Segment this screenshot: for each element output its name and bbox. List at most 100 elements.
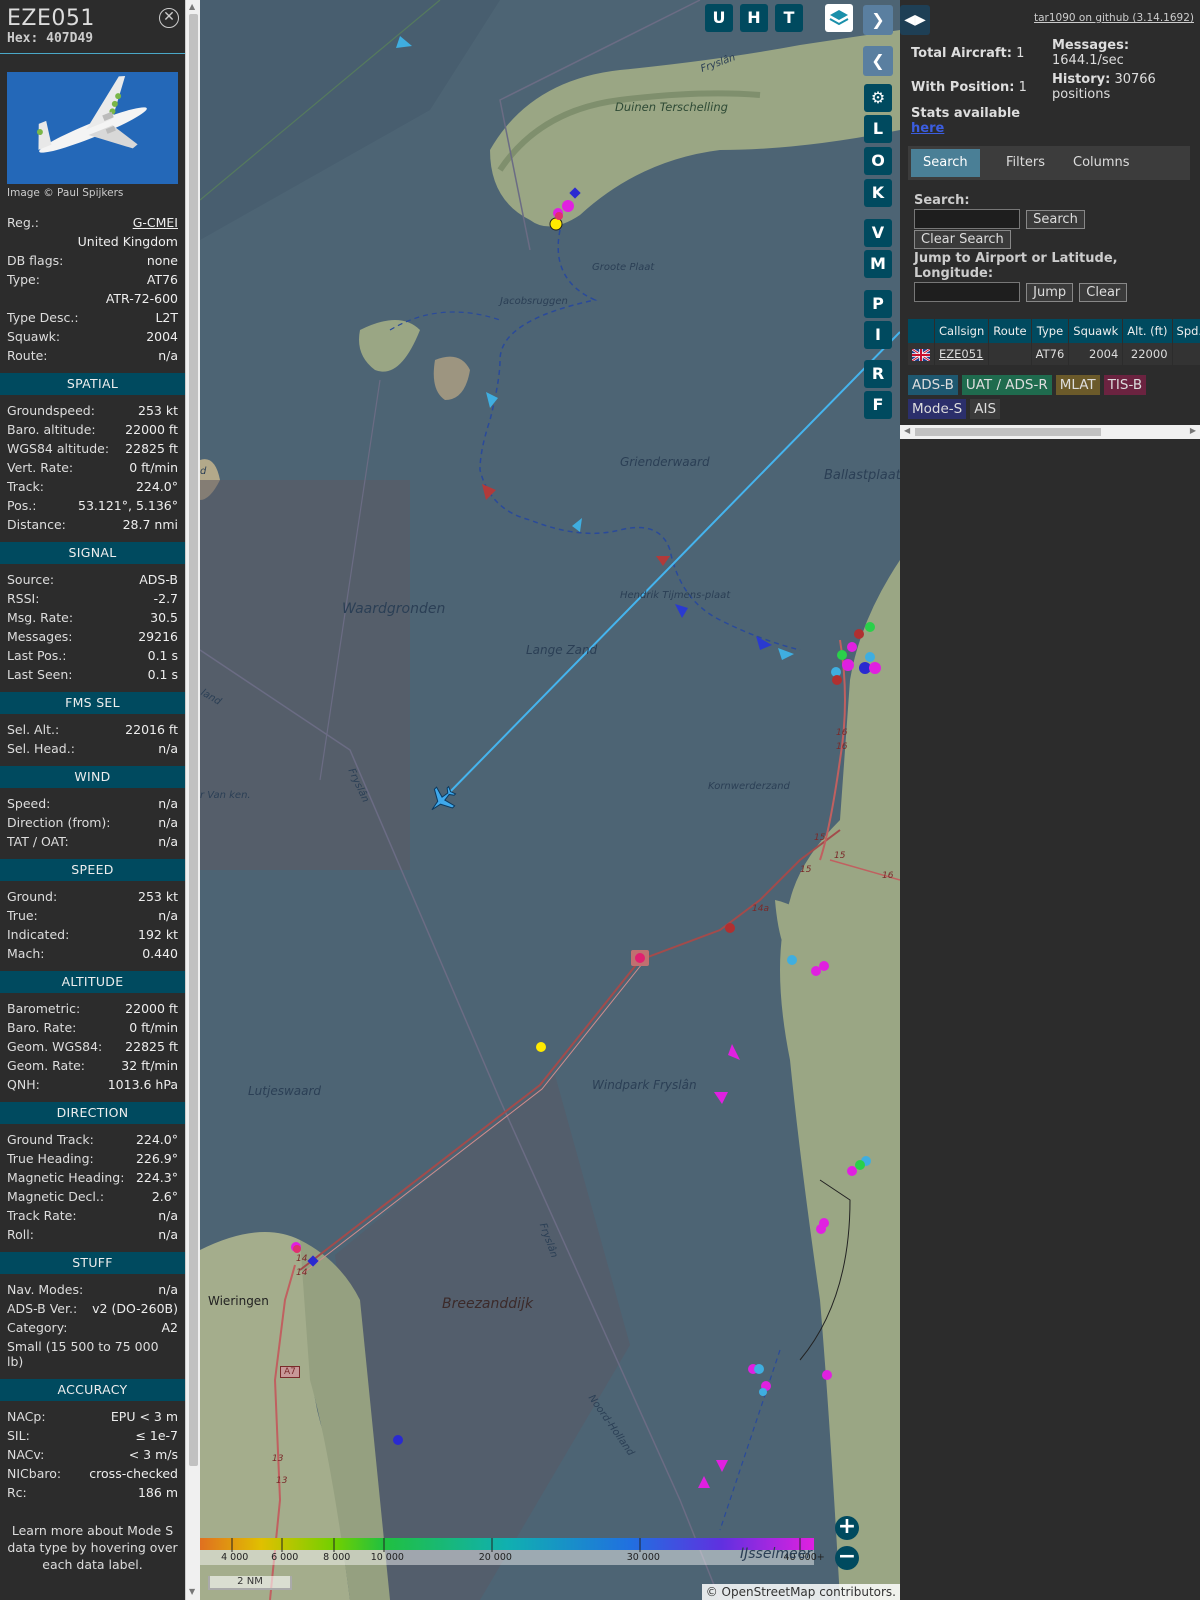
info-panel-scrollbar[interactable]: ▲ ▼ [185, 0, 200, 1600]
layers-icon [829, 10, 849, 26]
info-row: Distance: 28.7 nmi [7, 515, 178, 534]
k-button[interactable]: K [864, 179, 892, 207]
u-button[interactable]: U [705, 4, 733, 32]
map-attribution[interactable]: © OpenStreetMap contributors. [701, 1584, 900, 1600]
info-row: Barometric: 22000 ft [7, 999, 178, 1018]
map-label-lutjeswaard: Lutjeswaard [248, 1084, 322, 1098]
section-rows: Sel. Alt.: 22016 ft Sel. Head.: n/a [0, 720, 185, 758]
info-key: Barometric: [7, 1001, 81, 1016]
info-value: 253 kt [138, 889, 178, 904]
column-header[interactable]: Type [1031, 319, 1070, 343]
github-link[interactable]: tar1090 on github (3.14.1692) [1034, 12, 1194, 24]
info-row: ADS-B Ver.: v2 (DO-260B) [7, 1299, 178, 1318]
zoom-in-button[interactable]: + [835, 1516, 859, 1540]
road-label: 16 [882, 871, 894, 881]
source-legend: ADS-B UAT / ADS-R MLAT TIS-B Mode-S AIS [908, 374, 1198, 422]
info-row: ATR-72-600 [7, 289, 178, 308]
column-header[interactable]: Route [988, 319, 1032, 343]
stats-label: Stats available [911, 106, 1021, 121]
info-row: Last Seen: 0.1 s [7, 665, 178, 684]
with-position-label: With Position: [911, 80, 1015, 95]
o-button[interactable]: O [864, 147, 892, 175]
hscroll-thumb[interactable] [915, 428, 1101, 436]
table-cell[interactable]: EZE051 [934, 343, 990, 365]
right-panel: ◀▶ tar1090 on github (3.14.1692) Total A… [900, 0, 1200, 1600]
search-button[interactable]: Search [1026, 209, 1085, 229]
column-header[interactable]: Callsign [934, 319, 990, 343]
clear-search-button[interactable]: Clear Search [914, 230, 1011, 249]
info-value: 29216 [138, 629, 178, 644]
info-value: n/a [158, 1282, 178, 1297]
info-value: L2T [155, 310, 178, 325]
table-cell: 22000 [1122, 343, 1173, 365]
section-header-speed: SPEED [0, 859, 185, 881]
source-badge[interactable]: Mode-S [908, 399, 967, 419]
info-value: 22016 ft [125, 722, 178, 737]
h-button[interactable]: H [740, 4, 768, 32]
info-value: 0.1 s [147, 667, 178, 682]
source-badge[interactable]: AIS [970, 399, 1001, 419]
table-hscrollbar[interactable]: ◀ ▶ [900, 425, 1200, 439]
scroll-right-icon[interactable]: ▶ [1190, 426, 1196, 435]
info-key: Geom. Rate: [7, 1058, 86, 1073]
aircraft-photo[interactable] [7, 72, 178, 184]
chevron-left-icon: ❮ [871, 51, 885, 70]
layers-button[interactable] [825, 4, 853, 32]
map-canvas[interactable] [200, 0, 900, 1600]
search-input[interactable] [914, 209, 1020, 229]
info-key: SIL: [7, 1428, 30, 1443]
info-row: Vert. Rate: 0 ft/min [7, 458, 178, 477]
info-value[interactable]: G-CMEI [133, 213, 178, 232]
info-row: Squawk: 2004 [7, 327, 178, 346]
tab-filters[interactable]: Filters [994, 149, 1057, 177]
close-icon[interactable]: ✕ [159, 8, 179, 28]
tab-search[interactable]: Search [911, 149, 980, 177]
scroll-up-icon[interactable]: ▲ [189, 2, 195, 11]
p-button[interactable]: P [864, 290, 892, 318]
clear-button[interactable]: Clear [1079, 282, 1128, 302]
collapse-panel-button[interactable]: ❮ [863, 46, 893, 76]
jump-input[interactable] [914, 282, 1020, 302]
f-button[interactable]: F [864, 391, 892, 419]
source-badge[interactable]: TIS-B [1103, 375, 1147, 395]
toggle-sidebar-button[interactable]: ◀▶ [900, 5, 930, 35]
column-header[interactable]: Spd. [1172, 319, 1200, 343]
v-button[interactable]: V [864, 219, 892, 247]
scroll-down-icon[interactable]: ▼ [189, 1587, 195, 1596]
scrollbar-thumb[interactable] [189, 14, 198, 1466]
photo-credit: Image © Paul Spijkers [7, 187, 124, 199]
column-header[interactable]: Squawk [1068, 319, 1124, 343]
table-row[interactable]: EZE051 AT76 2004 22000 [908, 343, 1200, 365]
l-button[interactable]: L [864, 115, 892, 143]
section-rows: Ground Track: 224.0° True Heading: 226.9° Ma… [0, 1130, 185, 1244]
info-key: Direction (from): [7, 815, 111, 830]
info-key: Pos.: [7, 498, 37, 513]
t-button[interactable]: T [775, 4, 803, 32]
tab-columns[interactable]: Columns [1061, 149, 1142, 177]
r-button[interactable]: R [864, 360, 892, 388]
source-badge[interactable]: ADS-B [908, 375, 958, 395]
info-value: 22825 ft [125, 1039, 178, 1054]
i-button[interactable]: I [864, 321, 892, 349]
info-value: ADS-B [139, 572, 178, 587]
info-value: n/a [158, 1227, 178, 1242]
column-header[interactable] [908, 319, 935, 343]
info-key: DB flags: [7, 253, 64, 268]
settings-button[interactable]: ⚙ [864, 84, 892, 112]
info-value: n/a [158, 741, 178, 756]
expand-panel-button[interactable]: ❯ [863, 5, 893, 35]
source-badge[interactable]: UAT / ADS-R [961, 375, 1052, 395]
zoom-out-button[interactable]: − [835, 1546, 859, 1570]
column-header[interactable]: Alt. (ft) [1122, 319, 1173, 343]
map[interactable]: 4 000 6 000 8 000 10 000 20 000 30 000 40 000+… [200, 0, 900, 1600]
table-cell [1172, 343, 1200, 365]
info-value: 2004 [146, 329, 178, 344]
jump-button[interactable]: Jump [1026, 282, 1074, 302]
scroll-left-icon[interactable]: ◀ [904, 426, 910, 435]
with-position-value: 1 [1018, 80, 1027, 95]
stats-link[interactable]: here [911, 121, 944, 136]
m-button[interactable]: M [864, 250, 892, 278]
info-value: n/a [158, 348, 178, 363]
source-badge[interactable]: MLAT [1055, 375, 1100, 395]
info-key: Messages: [7, 629, 73, 644]
